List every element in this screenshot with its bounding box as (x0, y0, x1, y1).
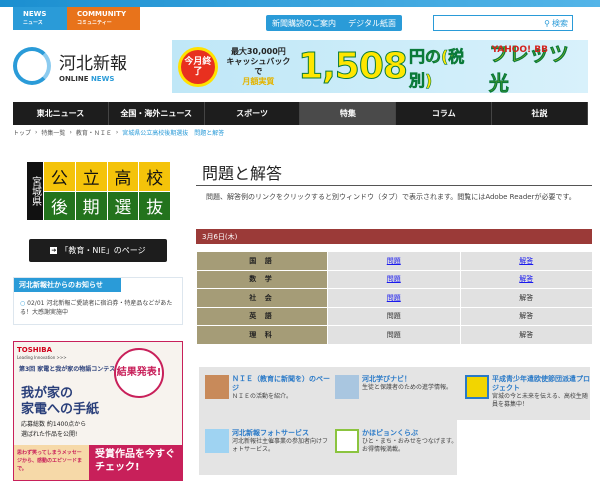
promo-area: ＮＩＥ（教育に新聞を）のページ ＮＩＥの活動を紹介。 河北学びナビ！ 生徒と保護者の… (199, 367, 590, 475)
top-strip (0, 0, 600, 7)
answer-link: 解答 (459, 289, 592, 307)
person-photo-icon (335, 375, 359, 399)
search-icon[interactable]: ⚲ (544, 19, 550, 28)
table-row: 英 語 問題 解答 (196, 307, 592, 325)
subject-cell-text: 数 学 (249, 275, 275, 284)
question-link: 問題 (327, 307, 460, 325)
subject-cell-text: 理 科 (249, 330, 275, 339)
banner-unit: 円の(税別) (408, 46, 465, 90)
banner-badge: 今月終了 (178, 46, 218, 87)
toshiba-ad[interactable]: TOSHIBA Leading Innovation >>> 第3回 家電と我が家… (13, 341, 183, 481)
banner-brand: YAHOO! BB (491, 45, 548, 55)
children-photo-icon (205, 375, 229, 399)
notice-box: 河北新報社からのお知らせ ○ 02/01 河北新報ご愛読者に宿泊券・特産品などが… (13, 277, 183, 325)
question-link-text: 問題 (386, 330, 401, 339)
tab-sublabel: ニュース (23, 20, 43, 26)
envoy-logo-icon (465, 375, 489, 399)
subject-cell-text: 社 会 (249, 293, 275, 302)
promo-nie[interactable]: ＮＩＥ（教育に新聞を）のページ ＮＩＥの活動を紹介。 (205, 375, 330, 401)
nav-sports[interactable]: スポーツ (205, 102, 301, 125)
breadcrumb-top[interactable]: トップ (13, 128, 31, 137)
search-button[interactable]: 検索 (552, 18, 568, 29)
breadcrumb-features[interactable]: 特集一覧 (41, 128, 65, 137)
logo-sub: ONLINE NEWS (59, 75, 115, 83)
subject-cell: 理 科 (196, 326, 327, 344)
promo-photo-service[interactable]: 河北新報フォトサービス 河北新報社主催事業の参加者向けフォトサービス。 (205, 429, 330, 454)
subject-cell-text: 英 語 (249, 312, 275, 321)
page-title: 問題と解答 (196, 160, 592, 186)
exam-table: 国 語問題 解答数 学問題 解答社 会問題 解答英 語問題 解答理 科問題 解答 (196, 251, 592, 345)
tab-news[interactable]: NEWS ニュース (13, 7, 67, 30)
table-row: 国 語 問題 解答 (196, 252, 592, 270)
nav-features[interactable]: 特集 (300, 102, 397, 125)
tab-label: COMMUNITY (77, 10, 127, 18)
promo-manabi[interactable]: 河北学びナビ！ 生徒と保護者のための進学情報。 (335, 375, 460, 399)
promo-kahopyon[interactable]: かほピョンくらぶ ひと・まち・おみせをつなげます。お得情報満載。 (335, 429, 460, 454)
search-input[interactable]: ⚲ 検索 (433, 15, 573, 31)
question-link: 問題 (327, 326, 460, 344)
header-links: 新聞購読のご案内 デジタル紙面 (266, 15, 402, 31)
answer-link-text: 解答 (519, 293, 534, 302)
notice-item[interactable]: ○ 02/01 河北新報ご愛読者に宿泊券・特産品などがあたる！大感謝実施中 (20, 299, 176, 317)
banner-text: 最大30,000円 キャッシュバックで 月額実質 (226, 46, 291, 86)
adobe-reader-link[interactable]: Adobe Reader (485, 193, 534, 201)
question-link[interactable]: 問題 (327, 270, 460, 288)
nav-column[interactable]: コラム (396, 102, 493, 125)
subject-cell: 数 学 (196, 270, 327, 288)
answer-link[interactable]: 解答 (459, 252, 592, 270)
table-row: 理 科 問題 解答 (196, 326, 592, 344)
answer-link-text[interactable]: 解答 (519, 275, 533, 283)
exam-logo: 宮城県 公立高校 後期選抜 (27, 162, 170, 220)
table-row: 数 学 問題 解答 (196, 270, 592, 288)
answer-link-text: 解答 (519, 312, 534, 321)
logo-ring-icon (13, 47, 51, 85)
tab-sublabel: コミュニティー (77, 20, 112, 26)
nav-national[interactable]: 全国・海外ニュース (109, 102, 205, 125)
answer-link: 解答 (459, 326, 592, 344)
breadcrumb-education[interactable]: 教育・ＮＩＥ (76, 128, 112, 137)
subject-cell: 社 会 (196, 289, 327, 307)
tab-label: NEWS (23, 10, 47, 18)
notice-title: 河北新報社からのお知らせ (14, 278, 121, 292)
answer-link-text: 解答 (519, 330, 534, 339)
subject-cell: 国 語 (196, 252, 327, 270)
main-nav: 東北ニュース 全国・海外ニュース スポーツ 特集 コラム 社説 (13, 102, 588, 125)
answer-link: 解答 (459, 307, 592, 325)
table-row: 社 会 問題 解答 (196, 289, 592, 307)
banner-price: 1,508 (298, 46, 409, 88)
breadcrumb-current: 宮城県公立高校後期選抜 問題と解答 (122, 129, 225, 137)
question-link-text[interactable]: 問題 (387, 275, 401, 283)
rabbit-mascot-icon (335, 429, 359, 453)
answer-link-text[interactable]: 解答 (519, 257, 533, 265)
ad-banner[interactable]: 今月終了 最大30,000円 キャッシュバックで 月額実質 1,508 円の(税別)… (172, 40, 588, 93)
logo-title: 河北新報 (59, 54, 127, 74)
subscription-link[interactable]: 新聞購読のご案内 (272, 18, 336, 29)
nav-tohoku[interactable]: 東北ニュース (13, 102, 109, 125)
question-link-text: 問題 (386, 312, 401, 321)
question-link-text[interactable]: 問題 (387, 257, 401, 265)
arrow-enter-icon: ➔ (50, 247, 58, 254)
subject-cell-text: 国 語 (249, 256, 275, 265)
question-link-text[interactable]: 問題 (387, 294, 401, 302)
answer-link[interactable]: 解答 (459, 270, 592, 288)
intro-text: 問題、解答例のリンクをクリックすると別ウィンドウ（タブ）で表示されます。閲覧には… (206, 193, 576, 201)
photo-service-logo-icon (205, 429, 229, 453)
question-link[interactable]: 問題 (327, 289, 460, 307)
nav-editorial[interactable]: 社説 (492, 102, 588, 125)
site-logo[interactable]: 河北新報 ONLINE NEWS (13, 46, 143, 86)
date-header: 3月6日(木) (196, 229, 592, 244)
promo-envoy[interactable]: 平成青少年遣欧使節団派遣プロジェクト 宮城の今と未来を伝える、高校生随員を募集中！ (465, 375, 590, 409)
question-link[interactable]: 問題 (327, 252, 460, 270)
tab-community[interactable]: COMMUNITY コミュニティー (67, 7, 140, 30)
breadcrumb: トップ › 特集一覧 › 教育・ＮＩＥ › 宮城県公立高校後期選抜 問題と解答 (13, 128, 225, 137)
subject-cell: 英 語 (196, 307, 327, 325)
digital-edition-link[interactable]: デジタル紙面 (348, 18, 396, 29)
nie-page-button[interactable]: ➔ 「教育・NIE」のページ (29, 239, 167, 262)
